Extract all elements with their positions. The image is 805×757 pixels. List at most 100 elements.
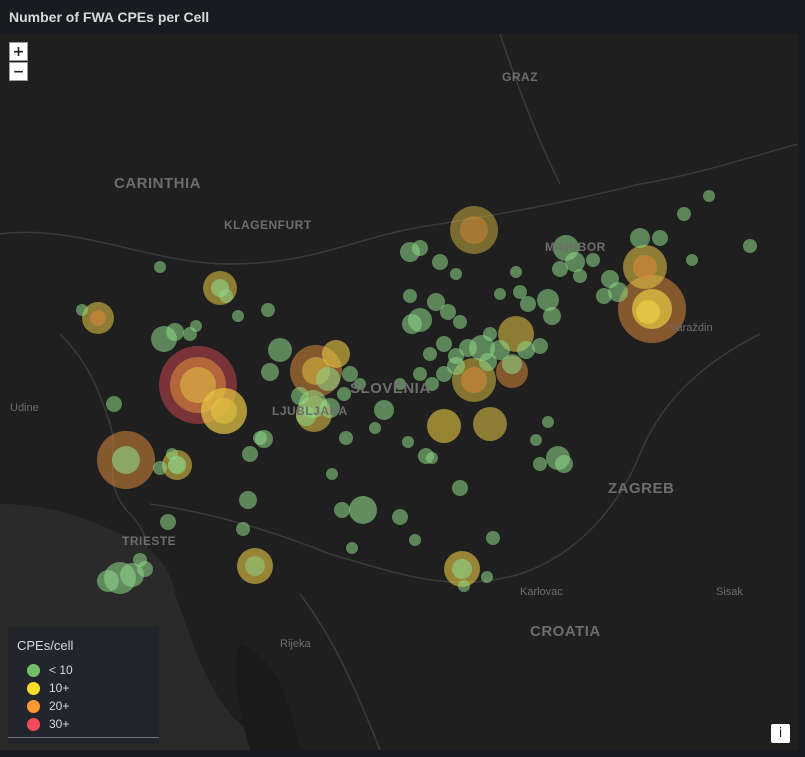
cell-bubble[interactable] — [268, 338, 292, 362]
cell-bubble[interactable] — [97, 570, 119, 592]
cell-bubble[interactable] — [703, 190, 715, 202]
cell-bubble[interactable] — [502, 354, 522, 374]
cell-bubble[interactable] — [90, 310, 106, 326]
legend-label: < 10 — [49, 663, 73, 677]
cell-bubble[interactable] — [160, 514, 176, 530]
cell-bubble[interactable] — [236, 522, 250, 536]
cell-bubble[interactable] — [339, 431, 353, 445]
cell-bubble[interactable] — [374, 400, 394, 420]
cell-bubble[interactable] — [573, 269, 587, 283]
cell-bubble[interactable] — [452, 480, 468, 496]
cell-bubble[interactable] — [636, 300, 660, 324]
cell-bubble[interactable] — [369, 422, 381, 434]
cell-bubble[interactable] — [542, 416, 554, 428]
cell-bubble[interactable] — [555, 455, 573, 473]
cell-bubble[interactable] — [402, 436, 414, 448]
legend-item-30-plus: 30+ — [27, 716, 69, 732]
cell-bubble[interactable] — [245, 556, 265, 576]
cell-bubble[interactable] — [586, 253, 600, 267]
cell-bubble[interactable] — [596, 288, 612, 304]
cell-bubble[interactable] — [461, 367, 487, 393]
cell-bubble[interactable] — [427, 409, 461, 443]
cell-bubble[interactable] — [513, 285, 527, 299]
cell-bubble[interactable] — [432, 254, 448, 270]
cell-bubble[interactable] — [483, 327, 497, 341]
zoom-out-button[interactable]: − — [9, 62, 28, 81]
cell-bubble[interactable] — [460, 216, 488, 244]
cell-bubble[interactable] — [253, 431, 267, 445]
zoom-in-button[interactable]: + — [9, 42, 28, 61]
cell-bubble[interactable] — [166, 448, 178, 460]
map-panel: Number of FWA CPEs per Cell + − GRAZ CAR… — [0, 0, 805, 757]
cell-bubble[interactable] — [494, 288, 506, 300]
cell-bubble[interactable] — [112, 446, 140, 474]
cell-bubble[interactable] — [261, 363, 279, 381]
cell-bubble[interactable] — [686, 254, 698, 266]
cell-bubble[interactable] — [232, 310, 244, 322]
cell-bubble[interactable] — [453, 315, 467, 329]
cell-bubble[interactable] — [211, 398, 237, 424]
cell-bubble[interactable] — [452, 559, 472, 579]
place-ljubljana: LJUBLJANA — [272, 404, 348, 418]
cell-bubble[interactable] — [413, 367, 427, 381]
cell-bubble[interactable] — [412, 240, 428, 256]
place-croatia: CROATIA — [530, 623, 601, 640]
cell-bubble[interactable] — [450, 268, 462, 280]
map-view[interactable]: + − GRAZ CARINTHIA KLAGENFURT MARIBOR Va… — [0, 34, 798, 750]
cell-bubble[interactable] — [677, 207, 691, 221]
cell-bubble[interactable] — [423, 347, 437, 361]
cell-bubble[interactable] — [408, 308, 432, 332]
cell-bubble[interactable] — [403, 289, 417, 303]
cell-bubble[interactable] — [543, 307, 561, 325]
cell-bubble[interactable] — [76, 304, 88, 316]
cell-bubble[interactable] — [436, 336, 452, 352]
cell-bubble[interactable] — [349, 496, 377, 524]
cell-bubble[interactable] — [530, 434, 542, 446]
cell-bubble[interactable] — [633, 255, 657, 279]
cell-bubble[interactable] — [517, 341, 535, 359]
cell-bubble[interactable] — [219, 289, 233, 303]
cell-bubble[interactable] — [316, 367, 340, 391]
cell-bubble[interactable] — [190, 320, 202, 332]
cell-bubble[interactable] — [473, 407, 507, 441]
cell-bubble[interactable] — [242, 446, 258, 462]
cell-bubble[interactable] — [532, 338, 548, 354]
cell-bubble[interactable] — [334, 502, 350, 518]
place-maribor: MARIBOR — [545, 240, 606, 254]
info-button[interactable]: i — [771, 724, 790, 743]
cell-bubble[interactable] — [322, 340, 350, 368]
cell-bubble[interactable] — [154, 261, 166, 273]
cell-bubble[interactable] — [346, 542, 358, 554]
cell-bubble[interactable] — [392, 509, 408, 525]
cell-bubble[interactable] — [743, 239, 757, 253]
place-graz: GRAZ — [502, 70, 538, 84]
legend-label: 10+ — [49, 681, 70, 695]
legend-divider — [8, 737, 159, 738]
cell-bubble[interactable] — [458, 580, 470, 592]
cell-bubble[interactable] — [133, 553, 147, 567]
cell-bubble[interactable] — [533, 457, 547, 471]
legend-item-20-plus: 20+ — [27, 698, 69, 714]
place-varazdin: Varaždin — [670, 322, 713, 334]
panel-title: Number of FWA CPEs per Cell — [9, 9, 210, 25]
cell-bubble[interactable] — [440, 304, 456, 320]
cell-bubble[interactable] — [486, 531, 500, 545]
cell-bubble[interactable] — [106, 396, 122, 412]
cell-bubble[interactable] — [652, 230, 668, 246]
cell-bubble[interactable] — [481, 571, 493, 583]
cell-bubble[interactable] — [537, 289, 559, 311]
cell-bubble[interactable] — [291, 387, 309, 405]
cell-bubble[interactable] — [239, 491, 257, 509]
cell-bubble[interactable] — [630, 228, 650, 248]
cell-bubble[interactable] — [261, 303, 275, 317]
cell-bubble[interactable] — [426, 452, 438, 464]
cell-bubble[interactable] — [409, 534, 421, 546]
cell-bubble[interactable] — [326, 468, 338, 480]
cell-bubble[interactable] — [337, 387, 351, 401]
cell-bubble[interactable] — [153, 461, 167, 475]
cell-bubble[interactable] — [166, 323, 184, 341]
cell-bubble[interactable] — [552, 261, 568, 277]
place-karlovac: Karlovac — [520, 586, 563, 598]
cell-bubble[interactable] — [447, 357, 465, 375]
cell-bubble[interactable] — [510, 266, 522, 278]
